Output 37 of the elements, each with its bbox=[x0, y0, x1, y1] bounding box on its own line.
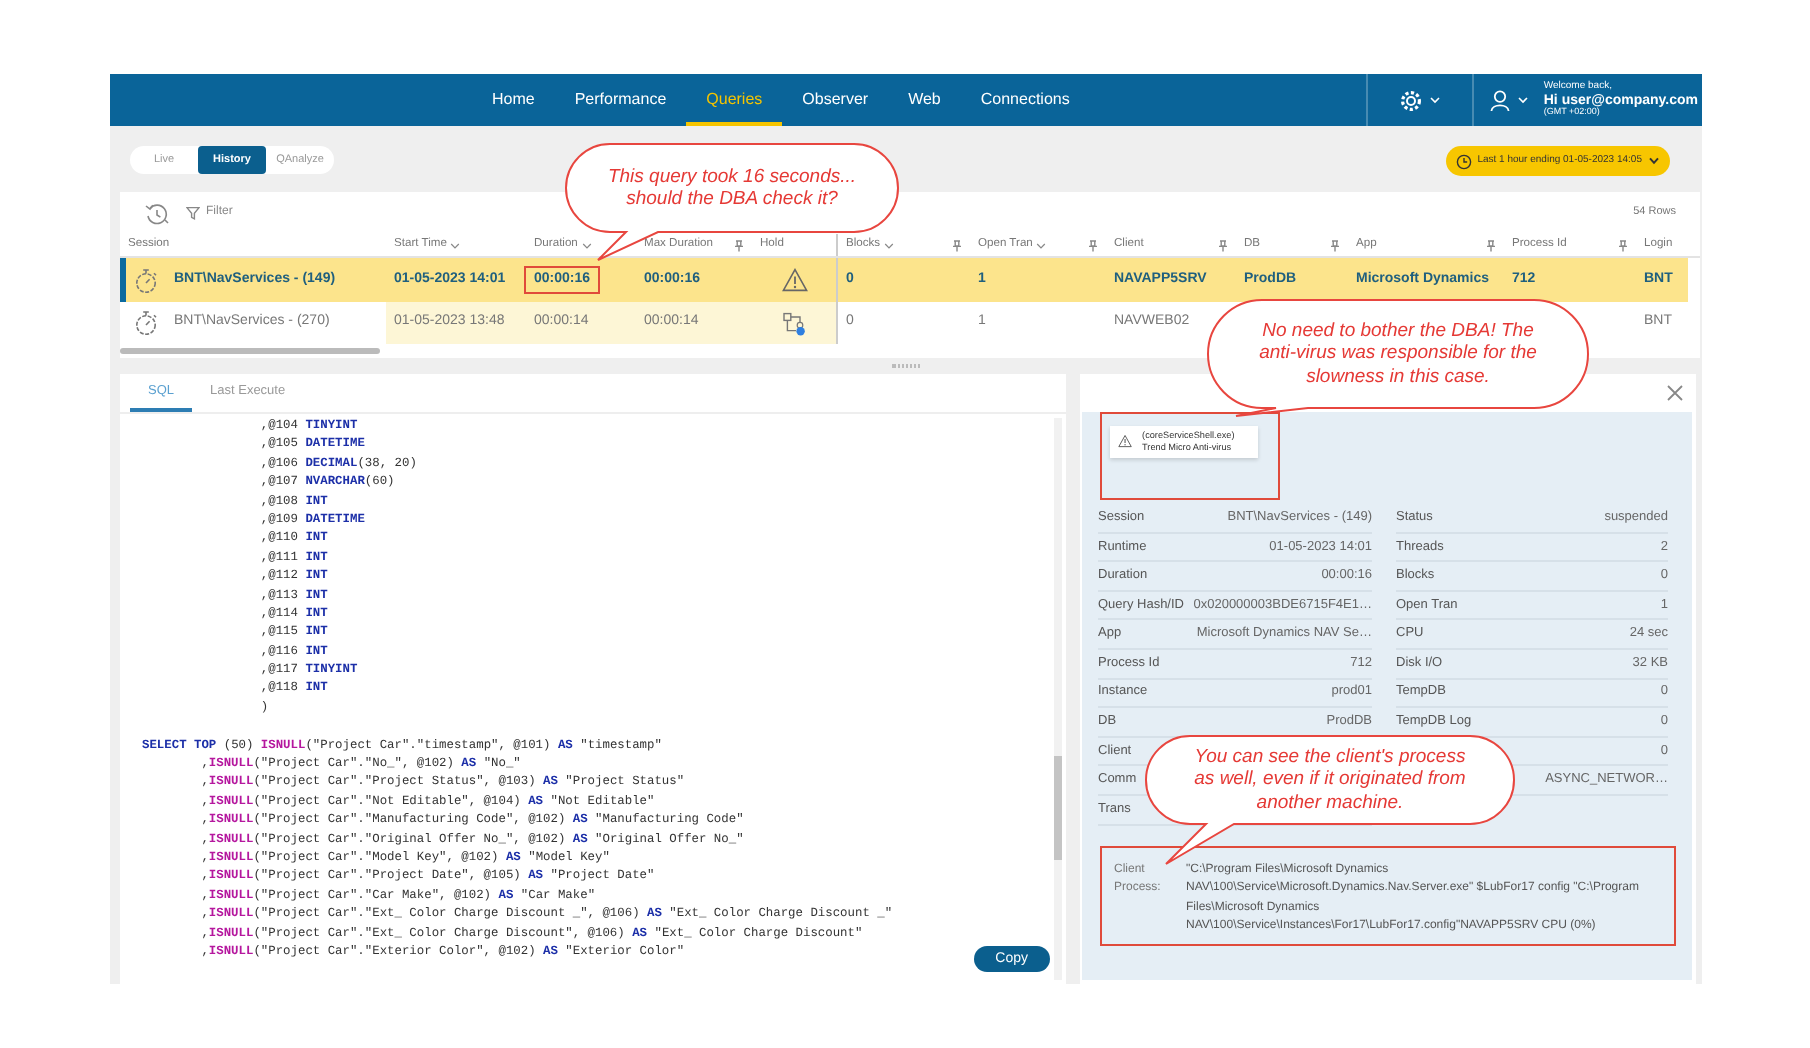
stopwatch-icon bbox=[134, 310, 158, 336]
pin-icon[interactable] bbox=[1618, 239, 1628, 251]
pin-icon[interactable] bbox=[1088, 239, 1098, 251]
pin-icon[interactable] bbox=[1486, 239, 1496, 251]
sort-icon bbox=[884, 241, 895, 249]
callout-text: No need to bother the DBA! The anti-virus was responsible for the slowness in this case. bbox=[1257, 319, 1539, 389]
nav-tab[interactable]: Observer bbox=[782, 74, 889, 126]
nav-tab[interactable]: Web bbox=[888, 74, 961, 126]
user-icon[interactable] bbox=[1489, 89, 1510, 111]
caret-icon[interactable] bbox=[1429, 96, 1440, 104]
warning-icon bbox=[1118, 430, 1133, 453]
nav-tab[interactable]: Home bbox=[472, 74, 555, 126]
pin-icon[interactable] bbox=[1330, 239, 1340, 251]
sort-icon bbox=[1036, 241, 1047, 249]
callout-text: You can see the client's process as well, even if it originated from another machine. bbox=[1192, 745, 1468, 815]
nav-tab[interactable]: Performance bbox=[554, 74, 687, 126]
filter-icon bbox=[186, 206, 200, 220]
hierarchy-icon[interactable] bbox=[782, 311, 806, 335]
clock-icon bbox=[1455, 153, 1472, 169]
sort-icon bbox=[450, 241, 461, 249]
settings-icon[interactable] bbox=[1399, 89, 1422, 111]
stopwatch-icon bbox=[134, 267, 158, 293]
sort-icon bbox=[581, 241, 592, 249]
nav-tab[interactable]: Connections bbox=[960, 74, 1090, 126]
pin-icon[interactable] bbox=[734, 239, 744, 251]
nav-tab[interactable]: Queries bbox=[686, 74, 783, 126]
scrollbar[interactable] bbox=[1054, 755, 1062, 860]
pin-icon[interactable] bbox=[952, 239, 962, 251]
close-icon[interactable] bbox=[1666, 384, 1684, 402]
chevron-icon bbox=[1648, 156, 1660, 166]
callout-text: This query took 16 seconds... should the DBA check it? bbox=[605, 165, 859, 211]
caret-icon[interactable] bbox=[1517, 96, 1528, 104]
history-icon[interactable] bbox=[144, 201, 170, 225]
scrollbar[interactable] bbox=[120, 348, 380, 354]
pin-icon[interactable] bbox=[1218, 239, 1228, 251]
splitter-handle[interactable] bbox=[892, 364, 920, 368]
warning-icon[interactable] bbox=[781, 268, 807, 292]
